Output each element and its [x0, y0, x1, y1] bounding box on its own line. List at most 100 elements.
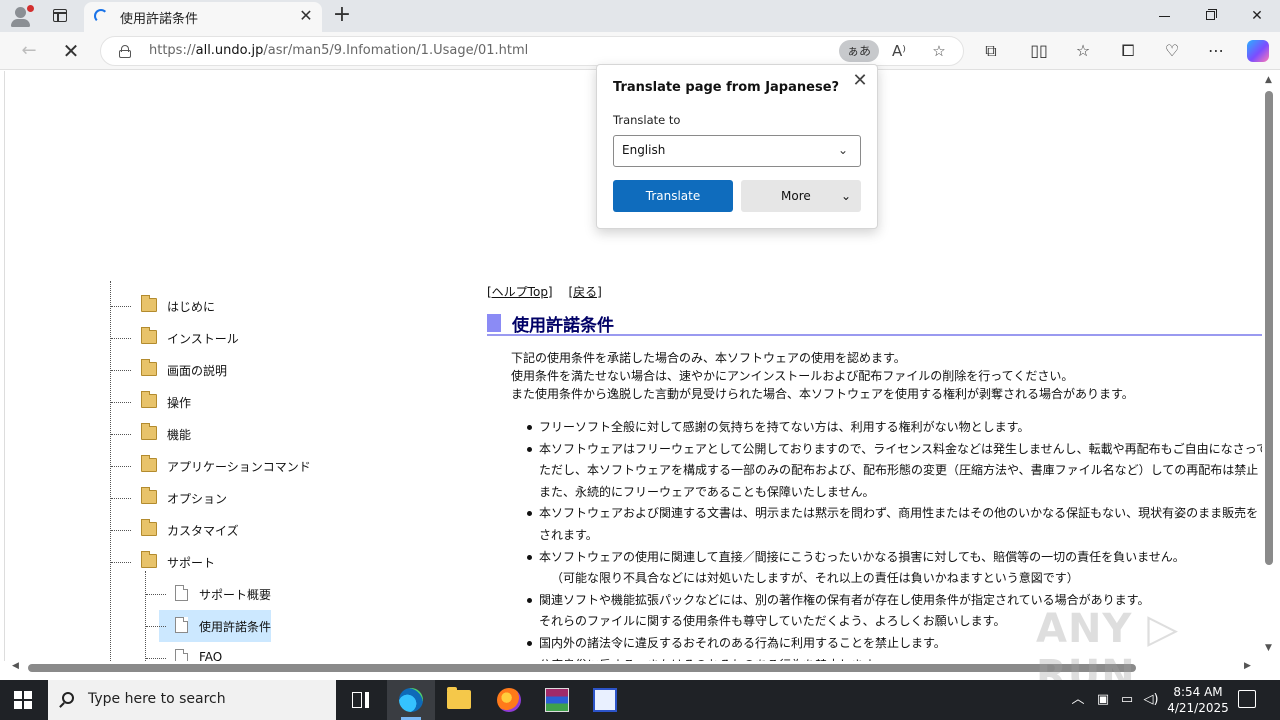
- folder-icon: [141, 423, 157, 440]
- search-icon: [62, 692, 74, 704]
- help-links: [ヘルプTop] [戻る]: [487, 283, 614, 300]
- taskbar-search[interactable]: Type here to search: [48, 680, 336, 720]
- taskbar: Type here to search ︿ ▣ ▭ ◁) 8:54 AM 4/2…: [0, 680, 1280, 720]
- terms-list-item: 本ソフトウェアはフリーウェアとして公開しておりますので、ライセンス料金などは発生…: [527, 439, 1262, 504]
- folder-icon: [141, 295, 157, 312]
- tree-item-folder[interactable]: インストール: [105, 327, 345, 349]
- edge-icon[interactable]: [387, 680, 435, 720]
- tree-item-label: アプリケーションコマンド: [167, 460, 311, 474]
- winrar-icon[interactable]: [533, 680, 581, 720]
- clock[interactable]: 8:54 AM 4/21/2025: [1160, 684, 1236, 716]
- help-tree-nav: はじめにインストール 画面の説明操作機能アプリケーションコマンド オプションカスタマ…: [105, 281, 365, 661]
- tree-item-label: はじめに: [167, 300, 216, 314]
- tree-item-label: カスタマイズ: [167, 524, 239, 538]
- page-icon: [175, 585, 188, 601]
- help-content: [ヘルプTop] [戻る] 使用許諾条件 下記の使用条件を承諾した場合のみ、本ソ…: [487, 281, 1262, 661]
- page-icon: [175, 649, 188, 661]
- tree-item-label: オプション: [167, 492, 228, 506]
- tree-item-page[interactable]: 使用許諾条件: [105, 615, 345, 637]
- favorite-star-icon[interactable]: ☆: [927, 40, 951, 62]
- tree-item-label: 使用許諾条件: [199, 620, 272, 634]
- read-aloud-icon[interactable]: A⁾: [887, 40, 911, 62]
- language-select[interactable]: English ⌄: [613, 135, 861, 167]
- tool-icon[interactable]: [581, 680, 629, 720]
- split-screen-icon[interactable]: ▯▯: [1026, 39, 1052, 63]
- help-top-link[interactable]: [ヘルプTop]: [487, 285, 553, 299]
- tree-item-folder[interactable]: サポート: [105, 551, 345, 573]
- extensions-icon[interactable]: ⧉: [978, 39, 1004, 63]
- folder-icon: [141, 455, 157, 472]
- url-text[interactable]: https://all.undo.jp/asr/man5/9.Infomatio…: [149, 43, 528, 58]
- copilot-icon[interactable]: [1247, 40, 1269, 62]
- translate-button[interactable]: Translate: [613, 180, 733, 212]
- folder-icon: [141, 327, 157, 344]
- intro-text: 下記の使用条件を承諾した場合のみ、本ソフトウェアの使用を認めます。 使用条件を満…: [511, 351, 1134, 401]
- volume-icon[interactable]: ◁): [1140, 680, 1162, 720]
- tree-item-folder[interactable]: はじめに: [105, 295, 345, 317]
- tab-title: 使用許諾条件: [120, 12, 199, 27]
- browser-tab[interactable]: 使用許諾条件 ✕: [84, 2, 322, 32]
- browser-essentials-icon[interactable]: ♡: [1159, 39, 1185, 63]
- translate-to-label: Translate to: [613, 113, 681, 127]
- minimize-button[interactable]: [1142, 0, 1188, 32]
- collections-icon[interactable]: ⧠: [1115, 39, 1141, 63]
- tree-item-folder[interactable]: 機能: [105, 423, 345, 445]
- terms-list-item: 本ソフトウェアおよび関連する文書は、明示または黙示を問わず、商用性またはその他の…: [527, 503, 1262, 546]
- tree-item-folder[interactable]: オプション: [105, 487, 345, 509]
- chevron-down-icon: ⌄: [838, 143, 849, 157]
- task-view-icon[interactable]: [336, 680, 384, 720]
- tree-item-label: サポート概要: [199, 588, 272, 602]
- tree-item-label: 操作: [167, 396, 192, 410]
- folder-icon: [141, 487, 157, 504]
- device-icon[interactable]: ▣: [1092, 680, 1114, 720]
- more-icon[interactable]: ⋯: [1203, 39, 1229, 63]
- tree-item-folder[interactable]: アプリケーションコマンド: [105, 455, 345, 477]
- more-button[interactable]: More ⌄: [741, 180, 861, 212]
- tree-item-folder[interactable]: 画面の説明: [105, 359, 345, 381]
- lock-icon[interactable]: [119, 45, 131, 58]
- file-explorer-icon[interactable]: [435, 680, 483, 720]
- terms-list-item: 本ソフトウェアの使用に関連して直接／間接にこうむったいかなる損害に対しても、賠償…: [527, 547, 1262, 590]
- tab-bar: 使用許諾条件 ✕ + ✕: [0, 0, 1280, 32]
- translate-popup: Translate page from Japanese? ✕ Translat…: [596, 64, 878, 229]
- tree-item-page[interactable]: サポート概要: [105, 583, 345, 605]
- tree-item-label: 機能: [167, 428, 192, 442]
- windows-start-icon[interactable]: [14, 691, 32, 709]
- tree-item-label: インストール: [167, 332, 239, 346]
- tab-close-icon[interactable]: ✕: [298, 7, 314, 25]
- tree-item-label: FAQ: [199, 650, 223, 661]
- close-window-button[interactable]: ✕: [1234, 0, 1280, 32]
- terms-list-item: フリーソフト全般に対して感謝の気持ちを持てない方は、利用する権利がない物とします…: [527, 417, 1262, 439]
- folder-icon: [141, 551, 157, 568]
- firefox-icon[interactable]: [485, 680, 533, 720]
- new-tab-button[interactable]: +: [330, 4, 354, 28]
- popup-title: Translate page from Japanese?: [613, 80, 840, 95]
- tree-item-label: 画面の説明: [167, 364, 228, 378]
- chevron-down-icon: ⌄: [841, 189, 852, 203]
- stop-loading-button[interactable]: ✕: [56, 36, 86, 66]
- close-icon[interactable]: ✕: [851, 72, 869, 90]
- folder-icon: [141, 519, 157, 536]
- folder-icon: [141, 391, 157, 408]
- back-link[interactable]: [戻る]: [568, 285, 601, 299]
- profile-avatar-icon[interactable]: [8, 4, 34, 28]
- tree-item-folder[interactable]: カスタマイズ: [105, 519, 345, 541]
- page-icon: [175, 617, 188, 633]
- address-bar[interactable]: https://all.undo.jp/asr/man5/9.Infomatio…: [100, 36, 964, 66]
- chevron-up-icon[interactable]: ︿: [1066, 680, 1090, 720]
- folder-icon: [141, 359, 157, 376]
- page-title: 使用許諾条件: [512, 316, 614, 336]
- network-icon[interactable]: ▭: [1116, 680, 1138, 720]
- favorites-icon[interactable]: ☆: [1070, 39, 1096, 63]
- translate-icon[interactable]: ぁあ: [839, 40, 879, 62]
- heading-rule: [487, 334, 1262, 336]
- loading-spinner-icon: [94, 9, 108, 23]
- heading-marker: [487, 314, 501, 332]
- tab-actions-icon[interactable]: [44, 4, 76, 28]
- tree-item-folder[interactable]: 操作: [105, 391, 345, 413]
- restore-button[interactable]: [1188, 0, 1234, 32]
- vertical-scrollbar[interactable]: ▲ ▼: [1262, 71, 1276, 661]
- tree-item-page[interactable]: FAQ: [105, 647, 345, 661]
- back-button[interactable]: ←: [14, 36, 44, 66]
- notification-icon[interactable]: [1238, 690, 1256, 708]
